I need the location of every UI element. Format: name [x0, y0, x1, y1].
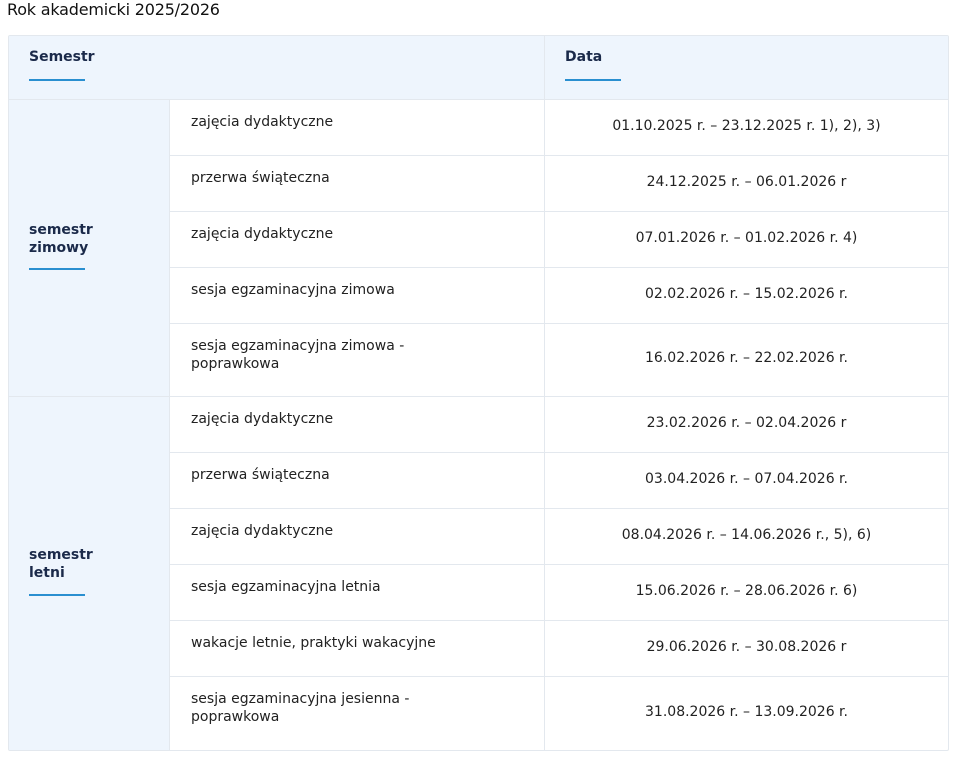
table-row: sesja egzaminacyjna zimowa 02.02.2026 r.… [170, 268, 948, 324]
activity-cell: zajęcia dydaktyczne [191, 411, 334, 427]
table-row: przerwa świąteczna 24.12.2025 r. – 06.01… [170, 156, 948, 212]
header-data: Data [545, 36, 948, 99]
header-semestr: Semestr [9, 36, 545, 99]
activity-cell: sesja egzaminacyjna letnia [191, 579, 381, 595]
table-row: sesja egzaminacyjna zimowa - poprawkowa … [170, 324, 948, 397]
date-cell: 29.06.2026 r. – 30.08.2026 r [646, 638, 847, 655]
semester-underline [29, 268, 85, 270]
activity-cell: zajęcia dydaktyczne [191, 114, 334, 130]
activity-cell: sesja egzaminacyjna zimowa [191, 282, 395, 298]
semester-cell-winter: semestr zimowy [9, 100, 170, 397]
date-cell: 15.06.2026 r. – 28.06.2026 r. 6) [635, 582, 858, 599]
activity-cell: sesja egzaminacyjna zimowa - poprawkowa [191, 338, 405, 372]
table-row: zajęcia dydaktyczne 07.01.2026 r. – 01.0… [170, 212, 948, 268]
table-row: zajęcia dydaktyczne 01.10.2025 r. – 23.1… [170, 100, 948, 156]
date-cell: 31.08.2026 r. – 13.09.2026 r. [645, 703, 848, 720]
semester-cell-summer: semestr letni [9, 397, 170, 750]
table-row: zajęcia dydaktyczne 08.04.2026 r. – 14.0… [170, 509, 948, 565]
activity-cell: przerwa świąteczna [191, 467, 330, 483]
date-cell: 08.04.2026 r. – 14.06.2026 r., 5), 6) [621, 526, 872, 543]
page-title: Rok akademicki 2025/2026 [7, 0, 220, 19]
header-underline [565, 79, 621, 81]
date-cell: 03.04.2026 r. – 07.04.2026 r. [645, 470, 848, 487]
table-row: zajęcia dydaktyczne 23.02.2026 r. – 02.0… [170, 397, 948, 453]
activity-cell: sesja egzaminacyjna jesienna - poprawkow… [191, 691, 410, 725]
table-row: sesja egzaminacyjna jesienna - poprawkow… [170, 677, 948, 750]
table-row: wakacje letnie, praktyki wakacyjne 29.06… [170, 621, 948, 677]
table-row: przerwa świąteczna 03.04.2026 r. – 07.04… [170, 453, 948, 509]
date-cell: 07.01.2026 r. – 01.02.2026 r. 4) [635, 229, 858, 246]
table-row: sesja egzaminacyjna letnia 15.06.2026 r.… [170, 565, 948, 621]
date-cell: 24.12.2025 r. – 06.01.2026 r [646, 173, 847, 190]
date-cell: 23.02.2026 r. – 02.04.2026 r [646, 414, 847, 431]
header-semestr-label: Semestr [29, 49, 95, 65]
header-data-label: Data [565, 49, 603, 65]
semester-underline [29, 594, 85, 596]
semester-label: semestr zimowy [29, 222, 93, 256]
table-header: Semestr Data [9, 36, 948, 100]
header-underline [29, 79, 85, 81]
date-cell: 16.02.2026 r. – 22.02.2026 r. [645, 350, 848, 366]
activity-cell: wakacje letnie, praktyki wakacyjne [191, 635, 436, 651]
semester-label: semestr letni [29, 547, 93, 581]
activity-cell: zajęcia dydaktyczne [191, 226, 334, 242]
activity-cell: przerwa świąteczna [191, 170, 330, 186]
academic-calendar-table: Semestr Data semestr zimowy zajęcia dyda… [8, 35, 949, 751]
date-cell: 02.02.2026 r. – 15.02.2026 r. [645, 285, 848, 302]
date-cell: 01.10.2025 r. – 23.12.2025 r. 1), 2), 3) [612, 117, 881, 134]
activity-cell: zajęcia dydaktyczne [191, 523, 334, 539]
